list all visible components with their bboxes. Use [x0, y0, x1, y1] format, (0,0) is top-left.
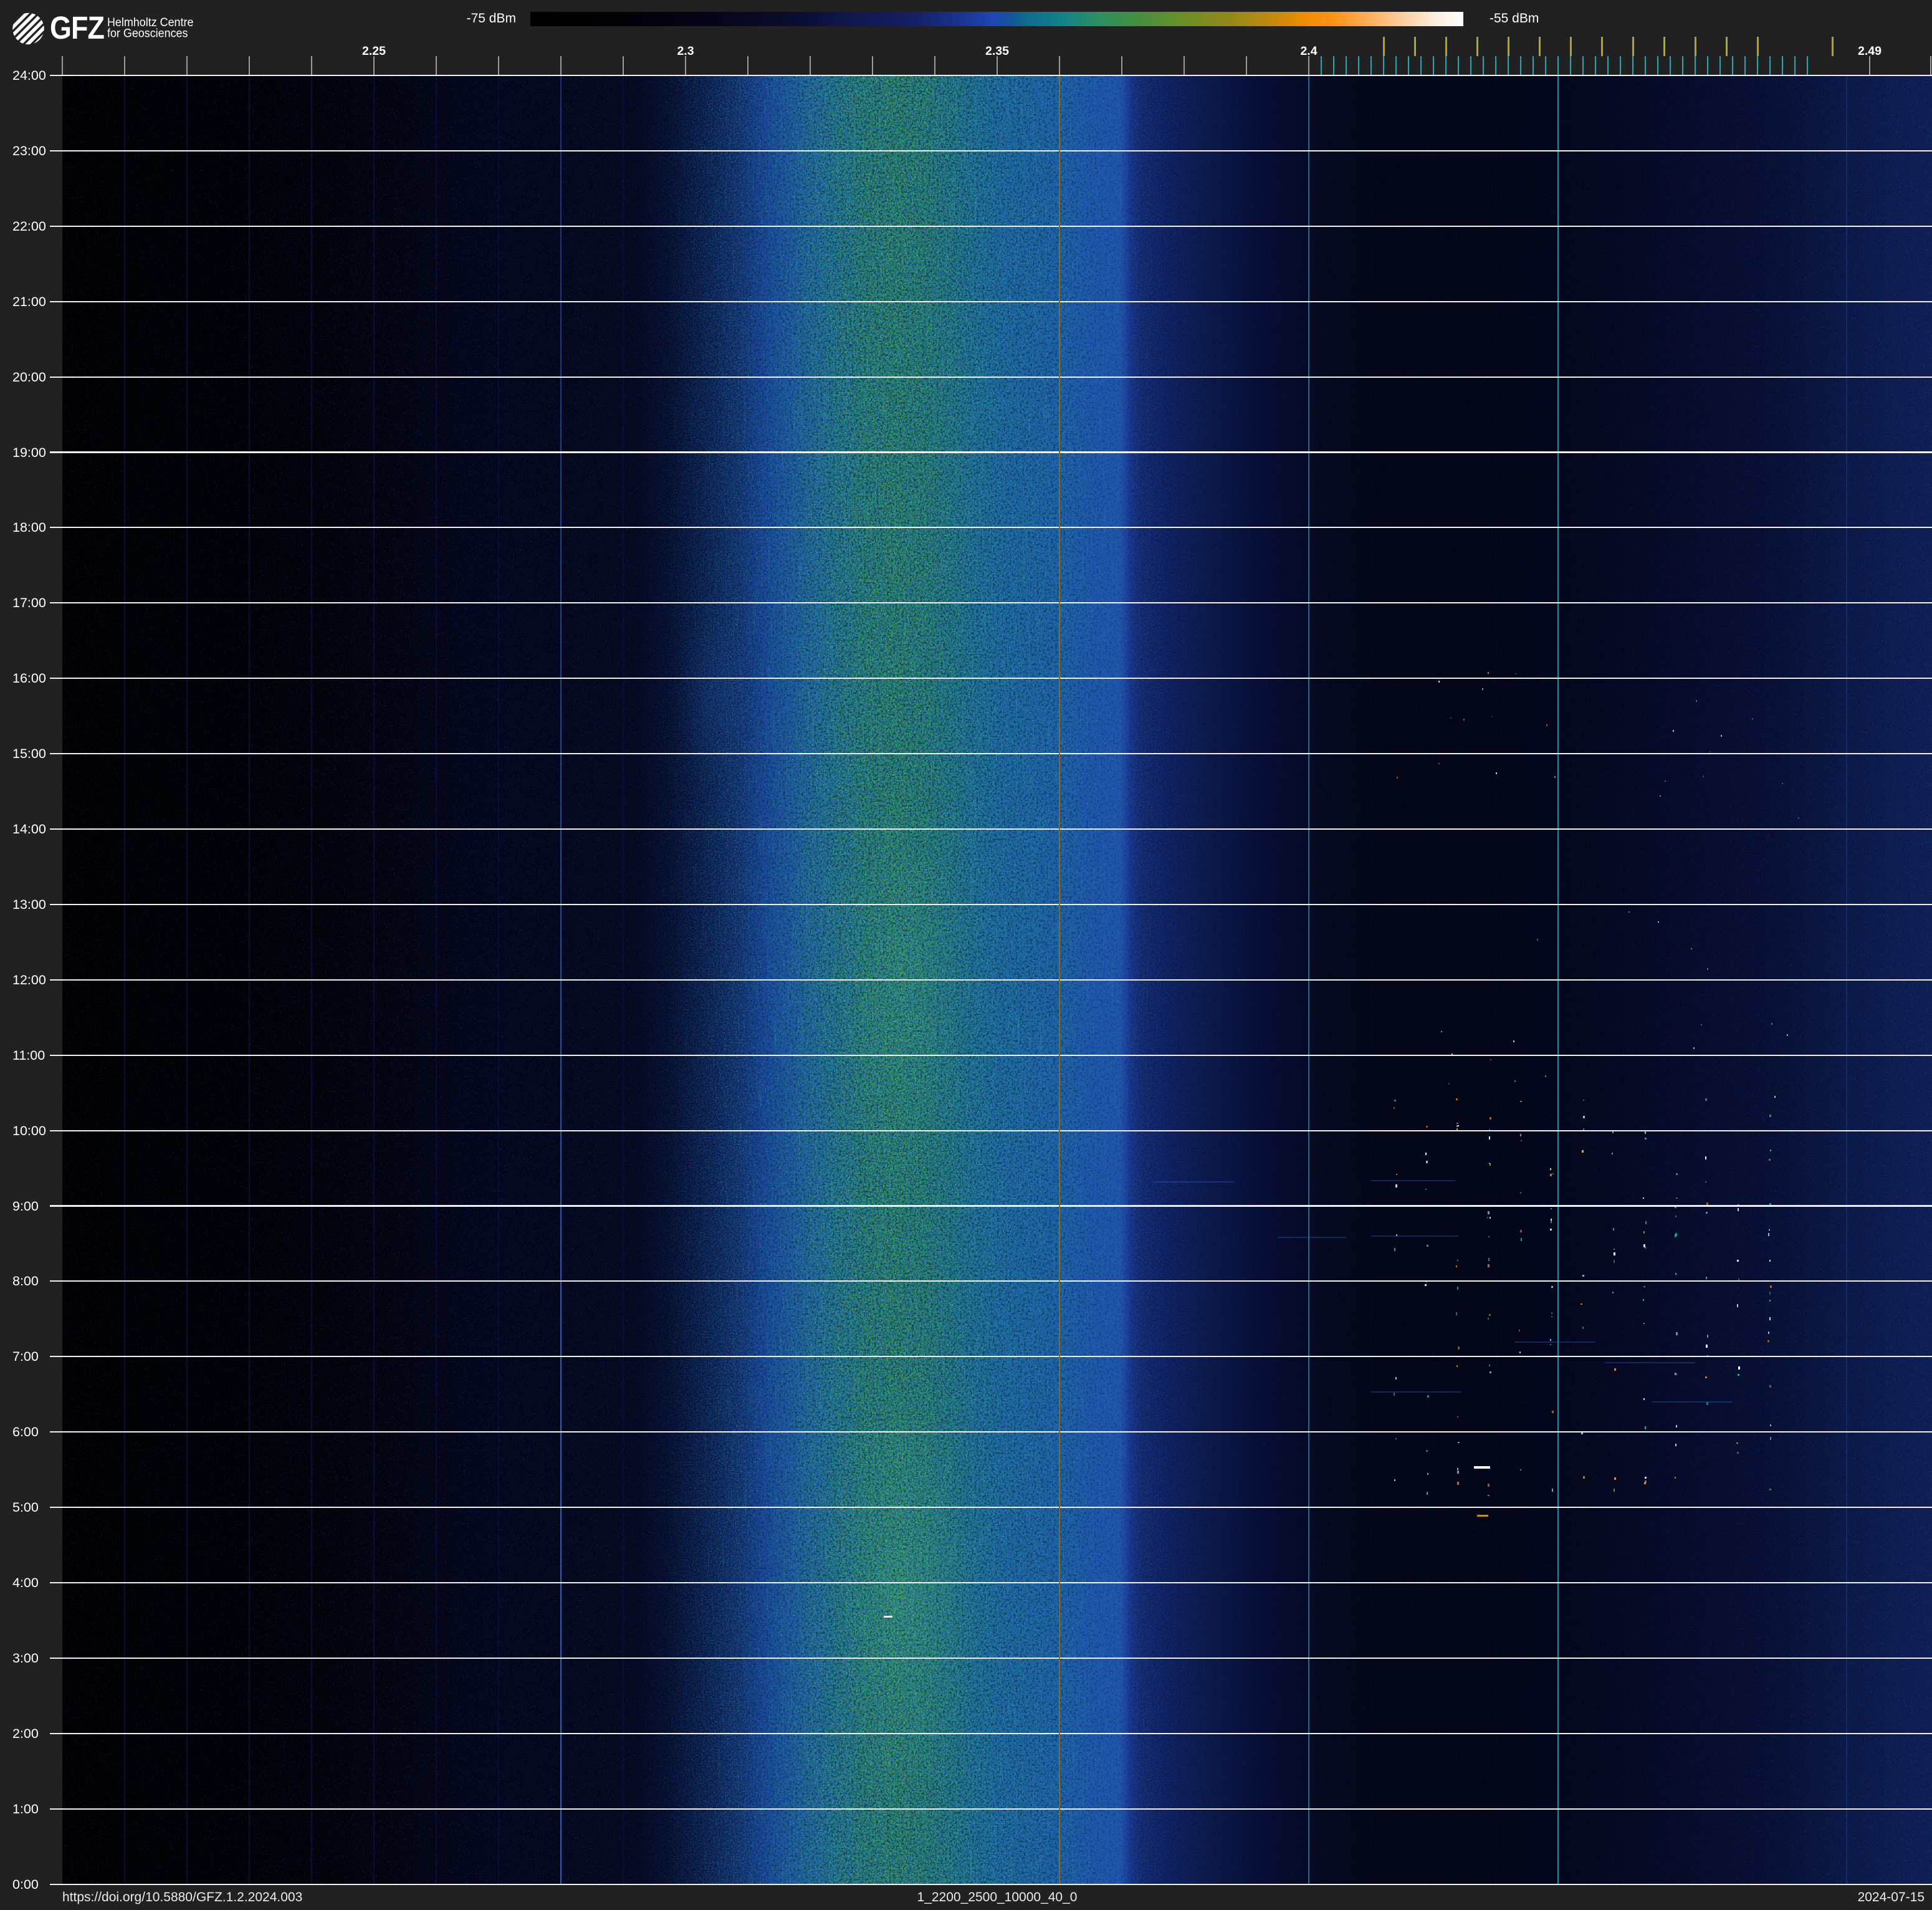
svg-text:GFZ: GFZ — [50, 12, 104, 46]
svg-text:for Geosciences: for Geosciences — [107, 26, 188, 40]
